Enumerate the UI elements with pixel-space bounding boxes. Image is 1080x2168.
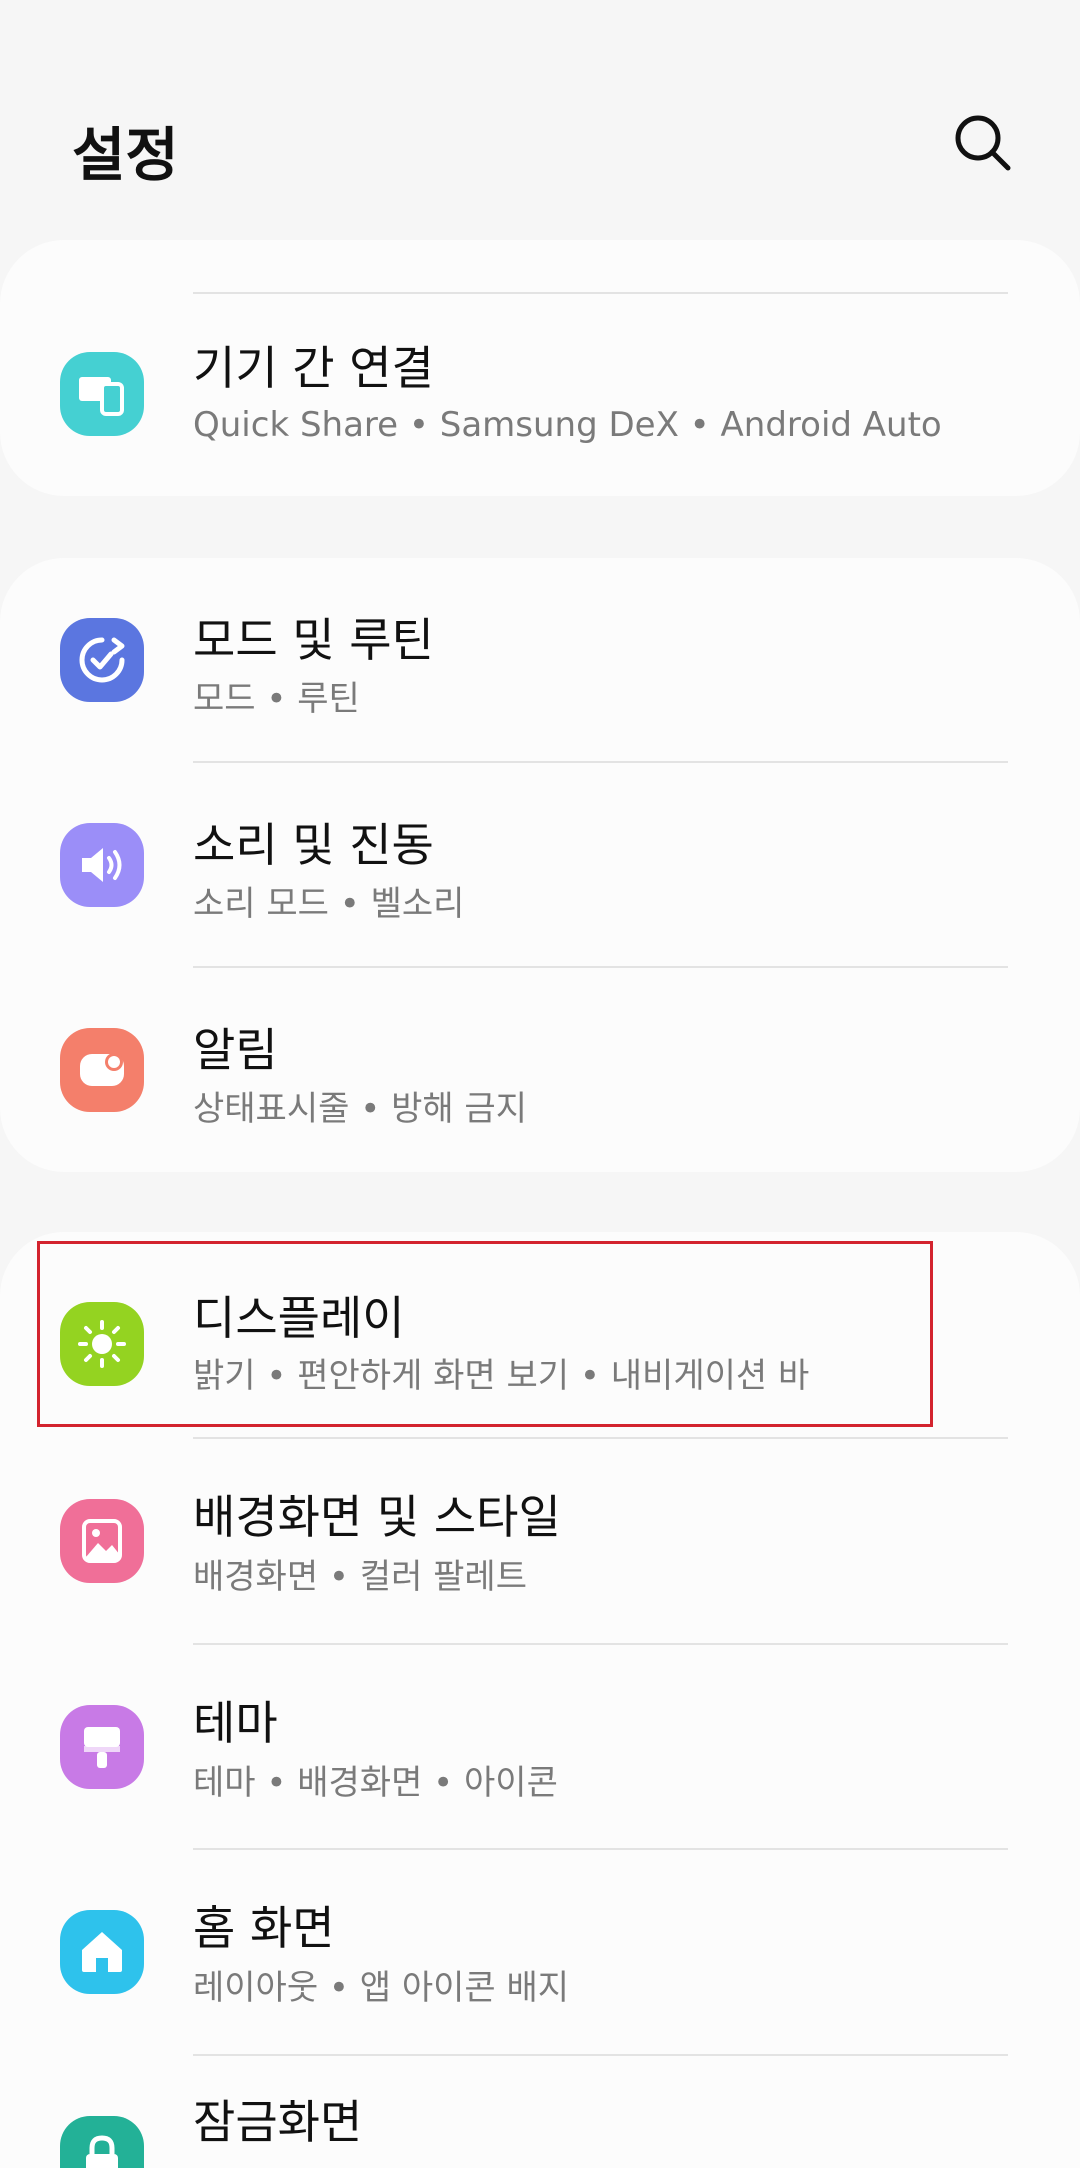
- item-title: 모드 및 루틴: [193, 613, 434, 667]
- settings-item-wallpaper-style[interactable]: 배경화면 및 스타일 배경화면 • 컬러 팔레트: [0, 1439, 1080, 1644]
- item-subtitle: 모드 • 루틴: [193, 679, 360, 719]
- settings-item-themes[interactable]: 테마 테마 • 배경화면 • 아이콘: [0, 1645, 1080, 1850]
- routine-check-icon: [60, 618, 144, 702]
- item-title: 잠금화면: [193, 2095, 363, 2149]
- search-icon: [955, 115, 1011, 171]
- notification-icon: [60, 1028, 144, 1112]
- settings-item-modes-routines[interactable]: 모드 및 루틴 모드 • 루틴: [0, 558, 1080, 763]
- settings-item-home-screen[interactable]: 홈 화면 레이아웃 • 앱 아이콘 배지: [0, 1850, 1080, 2055]
- item-title: 기기 간 연결: [193, 341, 434, 395]
- header: 설정: [0, 0, 1080, 240]
- settings-item-lock-screen[interactable]: 잠금화면: [0, 2056, 1080, 2168]
- item-subtitle: 소리 모드 • 벨소리: [193, 884, 465, 924]
- item-title: 알림: [193, 1023, 278, 1077]
- item-subtitle: 레이아웃 • 앱 아이콘 배지: [193, 1968, 570, 2008]
- item-subtitle: 상태표시줄 • 방해 금지: [193, 1089, 527, 1129]
- page-title: 설정: [72, 121, 179, 189]
- devices-icon: [60, 352, 144, 436]
- home-icon: [60, 1910, 144, 1994]
- brush-icon: [60, 1705, 144, 1789]
- item-title: 소리 및 진동: [193, 818, 434, 872]
- settings-item-notifications[interactable]: 알림 상태표시줄 • 방해 금지: [0, 968, 1080, 1172]
- settings-item-connected-devices[interactable]: 기기 간 연결 Quick Share • Samsung DeX • Andr…: [0, 292, 1080, 496]
- item-title: 테마: [193, 1696, 278, 1750]
- speaker-icon: [60, 823, 144, 907]
- search-button[interactable]: [950, 110, 1016, 176]
- item-title: 홈 화면: [193, 1901, 335, 1955]
- item-subtitle: 배경화면 • 컬러 팔레트: [193, 1557, 527, 1597]
- card-sound-notifications: 모드 및 루틴 모드 • 루틴 소리 및 진동 소리 모드 • 벨소리 알림 상…: [0, 558, 1080, 1172]
- card-connections: 기기 간 연결 Quick Share • Samsung DeX • Andr…: [0, 240, 1080, 496]
- settings-item-sounds-vibration[interactable]: 소리 및 진동 소리 모드 • 벨소리: [0, 763, 1080, 968]
- item-title: 배경화면 및 스타일: [193, 1490, 561, 1544]
- item-subtitle: Quick Share • Samsung DeX • Android Auto: [193, 405, 942, 445]
- image-icon: [60, 1499, 144, 1583]
- item-subtitle: 테마 • 배경화면 • 아이콘: [193, 1763, 558, 1803]
- lock-icon: [60, 2116, 144, 2168]
- selection-highlight: [37, 1241, 933, 1427]
